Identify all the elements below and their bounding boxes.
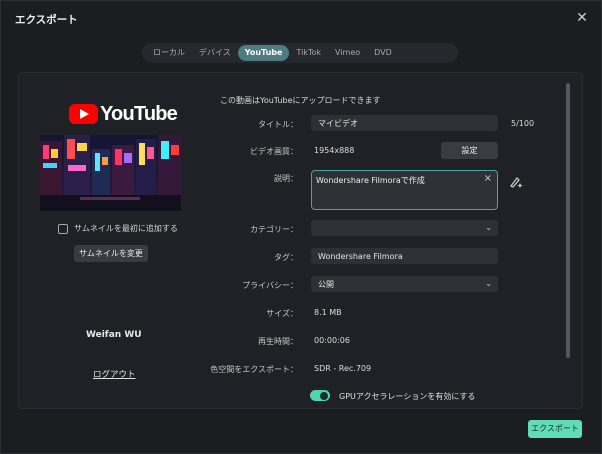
tab-local[interactable]: ローカル bbox=[146, 45, 192, 61]
category-select[interactable]: ⌄ bbox=[311, 220, 498, 236]
size-value: 8.1 MB bbox=[314, 308, 342, 317]
video-thumbnail bbox=[40, 135, 181, 211]
toggle-icon bbox=[320, 391, 328, 400]
description-value: Wondershare Filmoraで作成 bbox=[316, 176, 425, 185]
tags-value: Wondershare Filmora bbox=[318, 251, 403, 261]
size-label: サイズ： bbox=[266, 309, 298, 318]
close-icon[interactable]: ✕ bbox=[574, 10, 590, 26]
privacy-value: 公開 bbox=[318, 279, 334, 289]
tab-youtube[interactable]: YouTube bbox=[237, 45, 290, 61]
title-input[interactable]: マイビデオ bbox=[311, 115, 498, 131]
gpu-toggle[interactable] bbox=[310, 390, 330, 401]
tab-device[interactable]: デバイス bbox=[192, 45, 238, 61]
title-value: マイビデオ bbox=[318, 118, 358, 128]
logout-link[interactable]: ログアウト bbox=[93, 368, 136, 380]
tab-dvd[interactable]: DVD bbox=[367, 45, 399, 61]
colorspace-value: SDR - Rec.709 bbox=[314, 364, 372, 373]
export-dialog: エクスポート ✕ ローカル デバイス YouTube TikTok Vimeo … bbox=[0, 0, 602, 454]
privacy-label: プライバシー： bbox=[242, 281, 298, 290]
title-label: タイトル： bbox=[258, 120, 298, 129]
form-scrollbar[interactable] bbox=[566, 83, 570, 358]
youtube-panel: YouTube サムネイルを最初に追加する サムネイルを変更 Weifan WU… bbox=[18, 72, 583, 409]
youtube-logo-text: YouTube bbox=[100, 102, 178, 125]
duration-value: 00:00:06 bbox=[314, 336, 350, 345]
dialog-title: エクスポート bbox=[15, 14, 78, 26]
youtube-logo: YouTube bbox=[69, 102, 178, 125]
tab-vimeo[interactable]: Vimeo bbox=[328, 45, 367, 61]
add-thumbnail-label: サムネイルを最初に追加する bbox=[74, 224, 178, 233]
clear-icon[interactable]: × bbox=[484, 173, 492, 184]
colorspace-label: 色空間をエクスポート： bbox=[210, 365, 298, 374]
export-target-tabs: ローカル デバイス YouTube TikTok Vimeo DVD bbox=[142, 43, 458, 63]
description-textarea[interactable]: Wondershare Filmoraで作成 × bbox=[311, 170, 498, 210]
export-button[interactable]: エクスポート bbox=[528, 420, 582, 438]
account-name: Weifan WU bbox=[86, 330, 142, 340]
tags-input[interactable]: Wondershare Filmora bbox=[311, 248, 498, 264]
resolution-value: 1954x888 bbox=[314, 146, 355, 155]
tags-label: タグ： bbox=[274, 253, 298, 262]
change-thumbnail-button[interactable]: サムネイルを変更 bbox=[74, 245, 148, 262]
privacy-select[interactable]: 公開 ⌄ bbox=[311, 276, 498, 292]
duration-label: 再生時間： bbox=[258, 337, 298, 346]
ai-text-icon[interactable] bbox=[509, 174, 525, 188]
chevron-down-icon: ⌄ bbox=[485, 279, 492, 288]
resolution-label: ビデオ画質： bbox=[250, 147, 298, 156]
description-label: 説明： bbox=[274, 174, 298, 183]
title-char-count: 5/100 bbox=[511, 119, 535, 128]
youtube-play-icon bbox=[69, 104, 98, 124]
upload-heading: この動画はYouTubeにアップロードできます bbox=[220, 96, 381, 105]
checkbox-icon[interactable] bbox=[58, 223, 68, 234]
gpu-label: GPUアクセラレーションを有効にする bbox=[339, 392, 476, 401]
tab-tiktok[interactable]: TikTok bbox=[289, 45, 328, 61]
category-label: カテゴリー： bbox=[250, 225, 298, 234]
chevron-down-icon: ⌄ bbox=[485, 223, 492, 232]
add-thumbnail-option[interactable]: サムネイルを最初に追加する bbox=[58, 223, 178, 234]
settings-button[interactable]: 設定 bbox=[441, 142, 498, 159]
